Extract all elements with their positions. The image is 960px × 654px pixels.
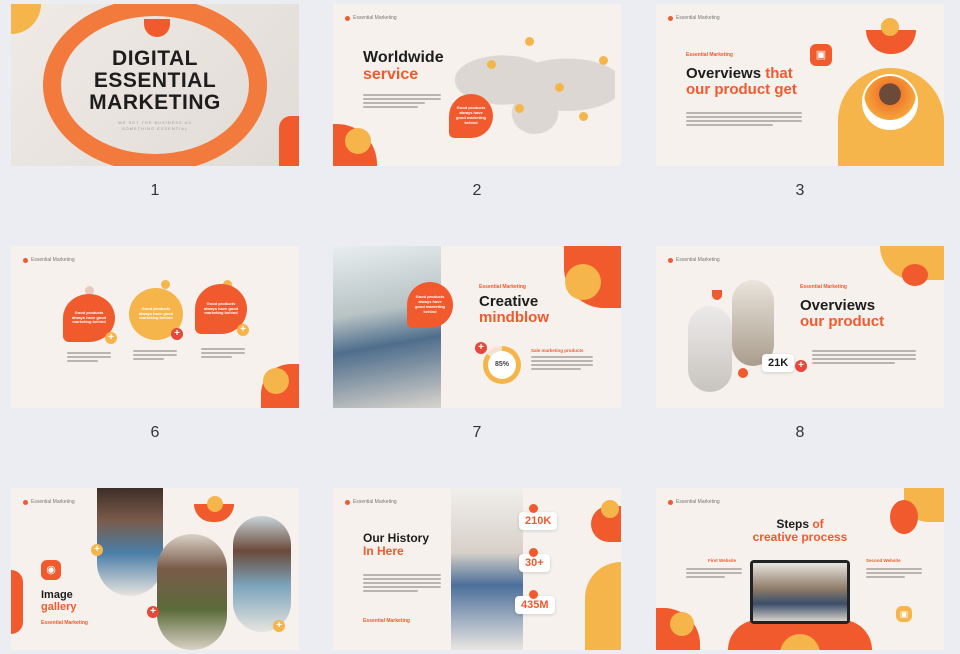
plus-icon: +: [171, 328, 183, 340]
callout-blob: Good products always have good marketing…: [449, 94, 493, 138]
map-pin-icon: [555, 83, 564, 92]
slide-title: Our History In Here: [363, 531, 430, 558]
decorative-dot: [902, 264, 928, 286]
slide-number: 6: [150, 424, 160, 441]
camera-icon: ◉: [41, 560, 61, 580]
plus-icon: +: [91, 544, 103, 556]
body-text: [133, 350, 177, 362]
slide-thumbnail-8[interactable]: Essential Marketing 21K + Essential Mark…: [656, 246, 944, 408]
slide-tag: Essential Marketing: [800, 284, 847, 290]
plus-icon: +: [273, 620, 285, 632]
decorative-dot: [345, 128, 371, 154]
slide-thumbnail-10[interactable]: Essential Marketing Our History In Here …: [333, 488, 621, 650]
slide-title: DIGITAL ESSENTIAL MARKETING: [89, 47, 221, 115]
stat-label: Sale marketing products: [531, 348, 584, 353]
slide-tag: Essential Marketing: [686, 52, 733, 58]
slide-number: 3: [795, 182, 805, 199]
body-text: [201, 348, 245, 360]
decorative-dot: [712, 290, 722, 300]
person-avatar-photo: [862, 74, 918, 130]
slide-title: Overviews our product: [800, 297, 885, 330]
map-pin-icon: [515, 104, 524, 113]
stat-card: 210K: [519, 512, 558, 530]
slide-thumbnail-1[interactable]: DIGITAL ESSENTIAL MARKETING WE SET THE B…: [11, 4, 299, 166]
slide-title: Worldwide service: [363, 49, 444, 83]
decorative-dot: [565, 264, 601, 300]
slide-thumbnail-9[interactable]: Essential Marketing ◉ Image gallery Esse…: [11, 488, 299, 650]
body-text: [363, 94, 441, 110]
decorative-dot: [207, 496, 223, 512]
slide-title: Overviews that our product get: [686, 65, 797, 98]
slide-header: Essential Marketing: [23, 257, 75, 263]
slide-title: Creative mindblow: [479, 293, 549, 326]
map-pin-icon: [525, 37, 534, 46]
step-label-left: First Website: [708, 558, 737, 563]
slide-tag: Essential Marketing: [479, 284, 526, 290]
slide-thumbnail-2[interactable]: Essential Marketing Worldwide service Go…: [333, 4, 621, 166]
slide-number: 2: [472, 182, 482, 199]
plus-icon: +: [237, 324, 249, 336]
slide-header: Essential Marketing: [668, 15, 720, 21]
decorative-dot: [529, 504, 538, 513]
plus-icon: +: [147, 606, 159, 618]
person-standing-photo: [688, 306, 732, 392]
slide-header: Essential Marketing: [23, 499, 75, 505]
body-text: [812, 350, 916, 366]
slide-header: Essential Marketing: [668, 499, 720, 505]
map-pin-icon: [599, 56, 608, 65]
body-text: [686, 568, 742, 580]
gallery-photo: [157, 534, 227, 650]
slide-subtitle: WE SET THE BUSINESS AS SOMETHING ESSENTI…: [118, 120, 192, 131]
corner-shape: [279, 116, 299, 166]
decorative-dot: [601, 500, 619, 518]
slide-sorter-grid: DIGITAL ESSENTIAL MARKETING WE SET THE B…: [0, 0, 960, 654]
gallery-photo: [233, 516, 291, 632]
slide-number: 7: [472, 424, 482, 441]
decorative-dot: [890, 500, 918, 534]
slide-thumbnail-3[interactable]: Essential Marketing Essential Marketing …: [656, 4, 944, 166]
briefcase-icon: ▣: [896, 606, 912, 622]
slide-title: Image gallery: [41, 589, 77, 613]
decorative-dot: [670, 612, 694, 636]
plus-icon: +: [795, 360, 807, 372]
slide-header: Essential Marketing: [668, 257, 720, 263]
office-photo: [451, 488, 523, 650]
map-pin-icon: [579, 112, 588, 121]
slide-tag: Essential Marketing: [41, 620, 88, 626]
slide-tag: Essential Marketing: [363, 618, 410, 624]
step-label-right: Second Website: [866, 558, 901, 563]
decorative-dot: [881, 18, 899, 36]
body-text: [363, 574, 441, 594]
body-text: [686, 112, 802, 128]
stat-card: 21K: [762, 354, 795, 372]
plus-icon: +: [105, 332, 117, 344]
body-text: [866, 568, 922, 580]
progress-percent: 85%: [488, 351, 516, 379]
map-pin-icon: [487, 60, 496, 69]
side-accent: [11, 570, 23, 634]
gallery-photo: [97, 488, 163, 596]
slide-thumbnail-11[interactable]: Essential Marketing Steps of creative pr…: [656, 488, 944, 650]
callout-blob: Good products always have good marketing…: [407, 282, 453, 328]
decorative-dot: [529, 548, 538, 557]
body-text: [531, 356, 593, 372]
laptop-screen: [750, 560, 850, 624]
briefcase-icon: ▣: [810, 44, 832, 66]
decorative-dot: [263, 368, 289, 394]
slide-header: Essential Marketing: [345, 499, 397, 505]
slide-number: 1: [150, 182, 160, 199]
decorative-dot: [738, 368, 748, 378]
slide-header: Essential Marketing: [345, 15, 397, 21]
slide-thumbnail-6[interactable]: Essential Marketing Good products always…: [11, 246, 299, 408]
slide-number: 8: [795, 424, 805, 441]
slide-thumbnail-7[interactable]: Good products always have good marketing…: [333, 246, 621, 408]
decorative-dot: [161, 280, 170, 289]
plus-icon: +: [475, 342, 487, 354]
body-text: [67, 352, 111, 364]
side-shape: [585, 562, 621, 650]
decorative-dot: [529, 590, 538, 599]
